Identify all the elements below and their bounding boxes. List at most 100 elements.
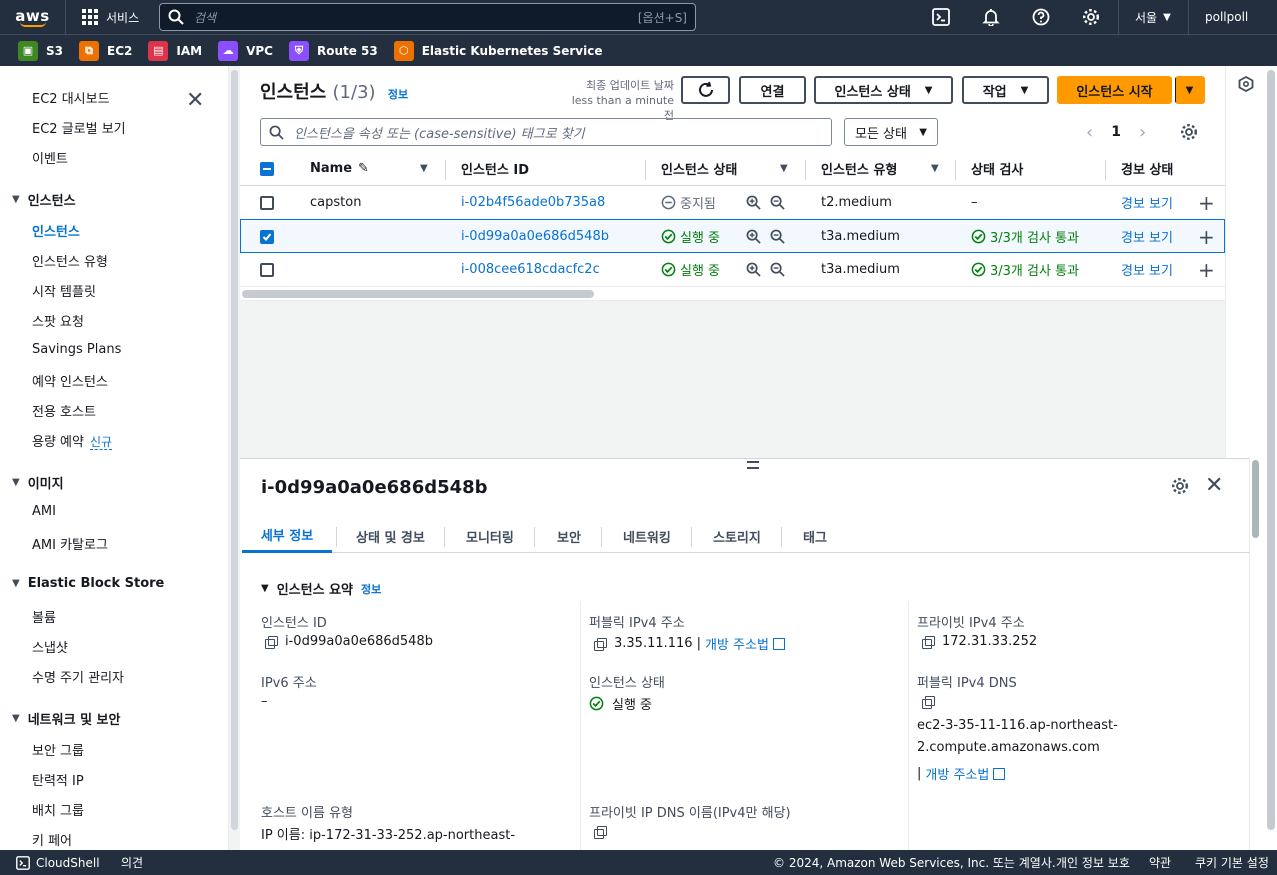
- open-address-link[interactable]: 개방 주소법: [925, 764, 1006, 783]
- sidebar-item-events[interactable]: 이벤트: [32, 148, 68, 167]
- sidebar-item-lifecycle-manager[interactable]: 수명 주기 관리자: [32, 667, 124, 686]
- cookie-preferences-link[interactable]: 쿠키 기본 설정: [1195, 850, 1269, 875]
- resize-handle-icon[interactable]: [747, 461, 759, 469]
- close-detail-icon[interactable]: ✕: [1205, 473, 1223, 498]
- scrollbar-thumb[interactable]: [231, 70, 238, 830]
- add-alarm-icon[interactable]: +: [1198, 186, 1215, 219]
- help-icon[interactable]: [1016, 0, 1066, 34]
- column-header-instance-state[interactable]: 인스턴스 상태: [661, 152, 737, 186]
- copy-icon[interactable]: [594, 637, 607, 651]
- view-alarms-link[interactable]: 경보 보기: [1121, 260, 1173, 279]
- row-checkbox[interactable]: [260, 186, 274, 219]
- sidebar-item-snapshots[interactable]: 스냅샷: [32, 637, 68, 656]
- zoom-in-icon[interactable]: [746, 220, 761, 253]
- sort-icon[interactable]: ▼: [420, 152, 428, 186]
- region-selector[interactable]: 서울 ▼: [1118, 0, 1187, 34]
- sidebar-item-instances[interactable]: 인스턴스: [32, 221, 80, 240]
- sidebar-item-instance-types[interactable]: 인스턴스 유형: [32, 251, 108, 270]
- column-header-instance-id[interactable]: 인스턴스 ID: [461, 152, 529, 186]
- tab-networking[interactable]: 네트워킹: [623, 519, 671, 553]
- actions-button[interactable]: 작업 ▼: [962, 76, 1049, 104]
- zoom-in-icon[interactable]: [746, 253, 761, 286]
- sidebar-item-ami[interactable]: AMI: [32, 504, 56, 519]
- favorite-vpc[interactable]: ☁ VPC: [218, 40, 273, 61]
- add-alarm-icon[interactable]: +: [1198, 253, 1215, 286]
- select-all-checkbox[interactable]: [260, 152, 274, 186]
- instance-filter-input[interactable]: 인스턴스을 속성 또는 (case-sensitive) 태그로 찾기: [260, 118, 832, 146]
- info-link[interactable]: 정보: [388, 88, 408, 101]
- launch-instance-button[interactable]: 인스턴스 시작: [1057, 76, 1172, 104]
- instance-id-link[interactable]: i-008cee618cdacfc2c: [461, 262, 600, 277]
- favorite-iam[interactable]: ▤ IAM: [148, 40, 202, 61]
- tab-status-alarms[interactable]: 상태 및 경보: [356, 519, 425, 553]
- tools-panel-icon[interactable]: [1238, 75, 1254, 96]
- instance-name[interactable]: capston: [310, 186, 361, 219]
- search-input[interactable]: 검색 [옵션+S]: [159, 3, 696, 31]
- view-alarms-link[interactable]: 경보 보기: [1121, 227, 1173, 246]
- tab-details[interactable]: 세부 정보: [242, 519, 332, 553]
- next-page-icon[interactable]: ›: [1139, 122, 1146, 143]
- sidebar-item-security-groups[interactable]: 보안 그룹: [32, 740, 84, 759]
- prev-page-icon[interactable]: ‹: [1086, 122, 1093, 143]
- instance-state-button[interactable]: 인스턴스 상태 ▼: [814, 76, 953, 104]
- sidebar-section-network-security[interactable]: ▼ 네트워크 및 보안: [12, 709, 120, 728]
- favorite-s3[interactable]: ▣ S3: [18, 40, 63, 61]
- instance-id-link[interactable]: i-0d99a0a0e686d548b: [461, 229, 609, 244]
- sidebar-item-reserved-instances[interactable]: 예약 인스턴스: [32, 371, 108, 390]
- page-scrollbar[interactable]: [1267, 70, 1275, 830]
- launch-instance-dropdown[interactable]: ▼: [1175, 76, 1205, 104]
- sort-icon[interactable]: ▼: [780, 152, 788, 186]
- column-header-instance-type[interactable]: 인스턴스 유형: [821, 152, 897, 186]
- copy-icon[interactable]: [922, 696, 935, 709]
- cloudshell-button[interactable]: CloudShell: [16, 850, 100, 875]
- row-checkbox[interactable]: [260, 220, 274, 253]
- services-menu-button[interactable]: 서비스: [66, 9, 151, 26]
- instance-id-link[interactable]: i-02b4f56ade0b735a8: [461, 195, 605, 210]
- cloudshell-icon[interactable]: [916, 0, 966, 34]
- view-alarms-link[interactable]: 경보 보기: [1121, 193, 1173, 212]
- copy-icon[interactable]: [265, 635, 278, 649]
- current-page[interactable]: 1: [1111, 124, 1121, 140]
- instance-summary-header[interactable]: ▼ 인스턴스 요약 정보: [261, 579, 381, 599]
- sort-icon[interactable]: ▼: [931, 152, 939, 186]
- table-preferences-icon[interactable]: [1180, 118, 1198, 146]
- tab-tags[interactable]: 태그: [803, 519, 827, 553]
- state-filter-select[interactable]: 모든 상태 ▼: [844, 118, 938, 146]
- sidebar-item-dedicated-hosts[interactable]: 전용 호스트: [32, 401, 96, 420]
- column-header-alarm-status[interactable]: 경보 상태: [1121, 152, 1173, 186]
- aws-logo[interactable]: aws: [0, 0, 66, 34]
- tab-storage[interactable]: 스토리지: [713, 519, 761, 553]
- terms-link[interactable]: 약관: [1149, 850, 1171, 875]
- tab-security[interactable]: 보안: [557, 519, 581, 553]
- favorite-route53[interactable]: ⛨ Route 53: [288, 40, 378, 61]
- connect-button[interactable]: 연결: [739, 76, 806, 104]
- zoom-out-icon[interactable]: [770, 220, 785, 253]
- detail-scrollbar[interactable]: [1249, 458, 1261, 850]
- settings-icon[interactable]: [1066, 0, 1116, 34]
- close-sidebar-icon[interactable]: ✕: [186, 88, 204, 113]
- column-divider[interactable]: [445, 160, 446, 180]
- zoom-in-icon[interactable]: [746, 186, 761, 219]
- sidebar-scrollbar[interactable]: [228, 66, 240, 850]
- table-row[interactable]: i-008cee618cdacfc2c 실행 중 t3a.medium 3/3개…: [240, 253, 1225, 287]
- sidebar-item-placement-groups[interactable]: 배치 그룹: [32, 800, 84, 819]
- bell-icon[interactable]: [966, 0, 1016, 34]
- feedback-link[interactable]: 의견: [121, 850, 143, 875]
- detail-settings-icon[interactable]: [1171, 477, 1189, 499]
- zoom-out-icon[interactable]: [770, 186, 785, 219]
- sidebar-item-elastic-ips[interactable]: 탄력적 IP: [32, 770, 84, 789]
- table-horizontal-scrollbar[interactable]: [242, 290, 594, 298]
- favorite-eks[interactable]: ⬡ Elastic Kubernetes Service: [393, 40, 602, 61]
- sidebar-item-ec2-global-view[interactable]: EC2 글로벌 보기: [32, 118, 126, 137]
- sidebar-item-ami-catalog[interactable]: AMI 카탈로그: [32, 534, 108, 553]
- favorite-ec2[interactable]: ⧉ EC2: [79, 40, 132, 61]
- tab-monitoring[interactable]: 모니터링: [466, 519, 514, 553]
- refresh-button[interactable]: [681, 76, 730, 104]
- sidebar-item-volumes[interactable]: 볼륨: [32, 607, 56, 626]
- sidebar-section-images[interactable]: ▼ 이미지: [12, 473, 64, 492]
- table-row[interactable]: capston i-02b4f56ade0b735a8 중지됨 t2.mediu…: [240, 186, 1225, 220]
- open-address-link[interactable]: 개방 주소법: [705, 634, 785, 653]
- scrollbar-thumb[interactable]: [1252, 460, 1259, 538]
- sidebar-item-savings-plans[interactable]: Savings Plans: [32, 342, 121, 357]
- sidebar-item-spot-requests[interactable]: 스팟 요청: [32, 311, 84, 330]
